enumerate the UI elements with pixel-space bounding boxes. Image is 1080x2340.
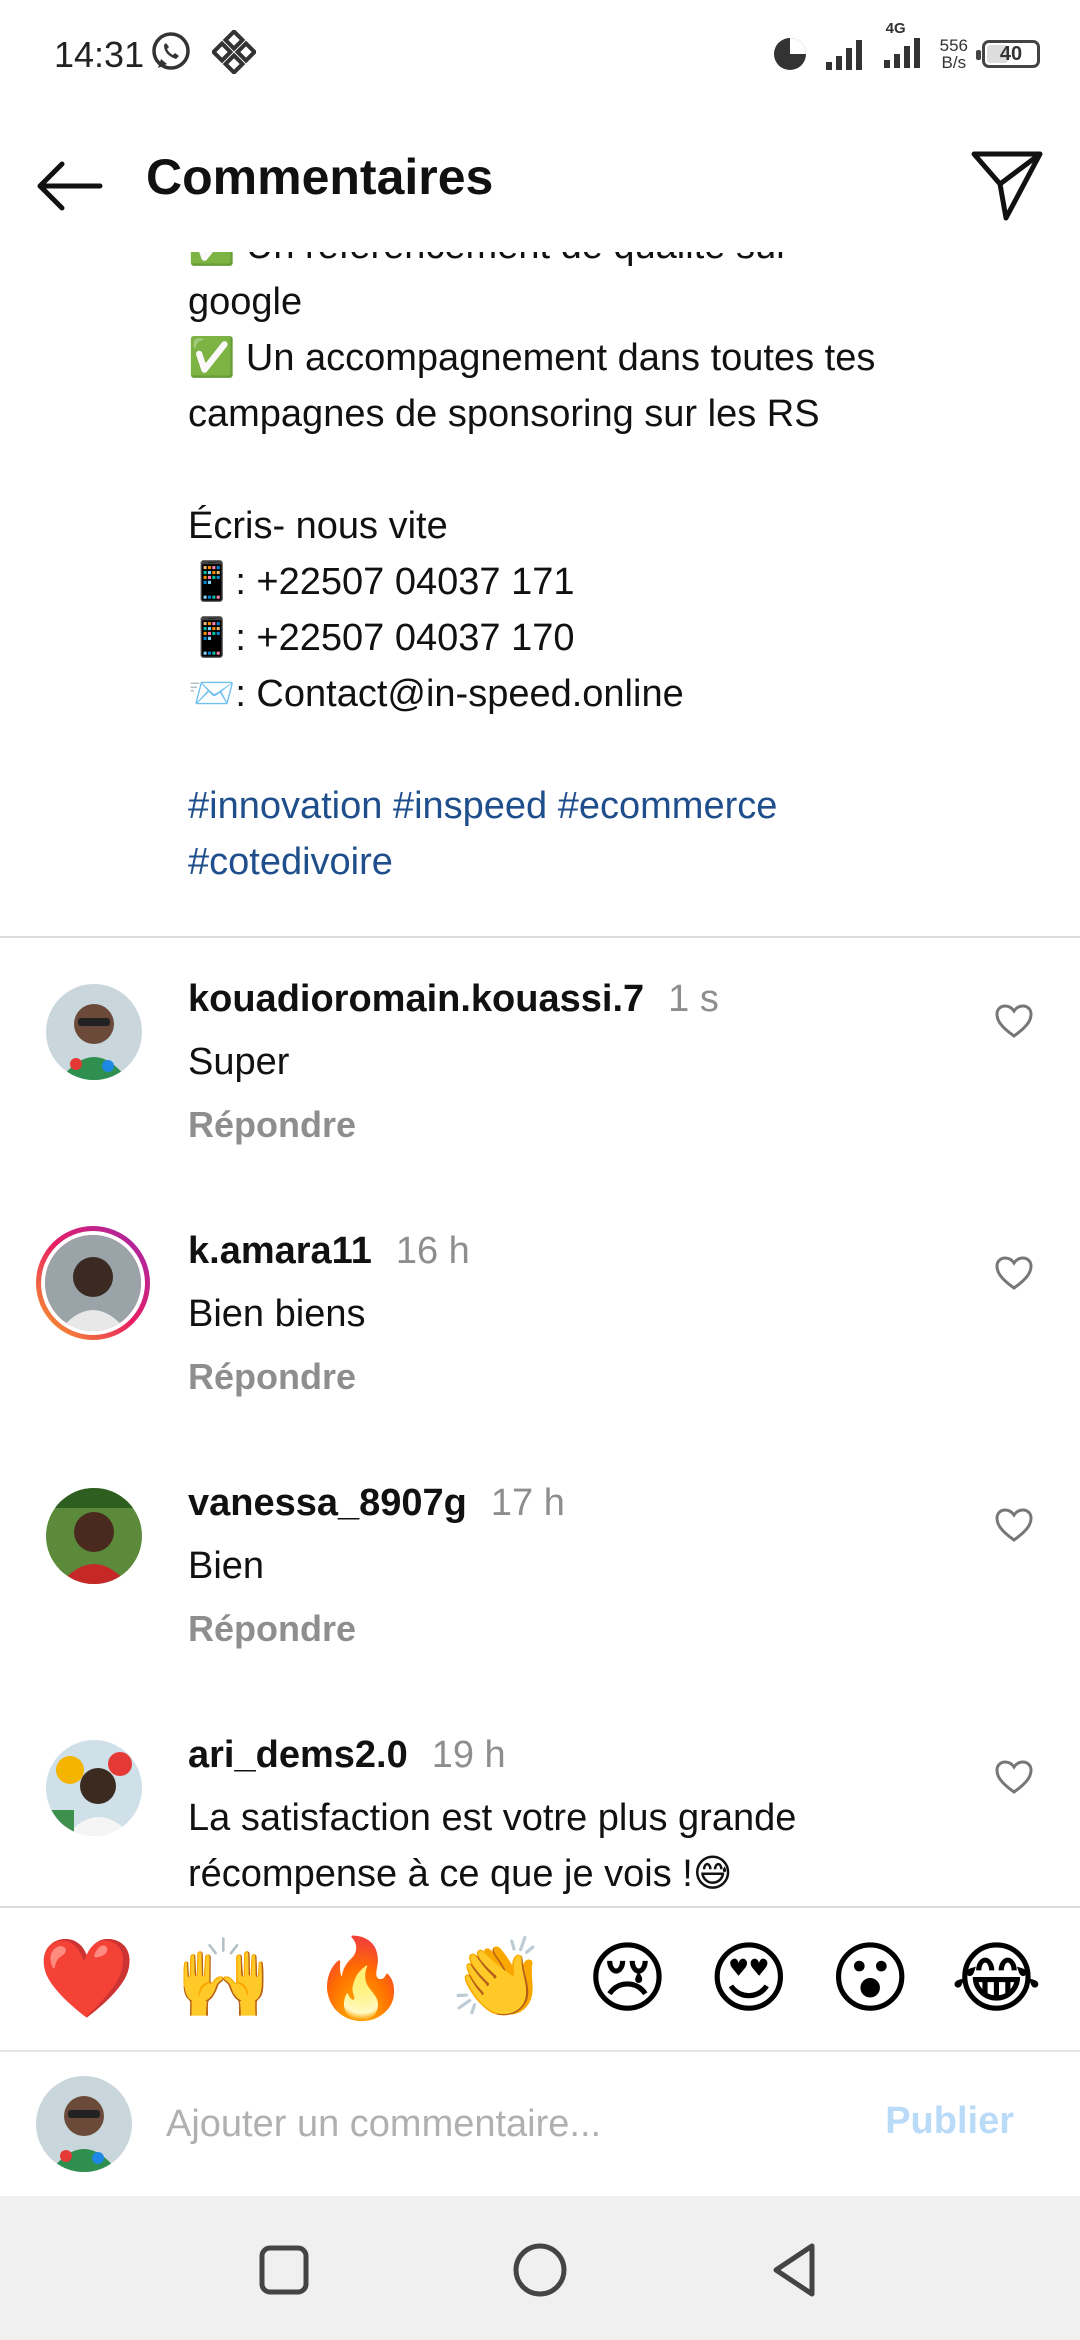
battery-icon: 40 (976, 40, 1040, 68)
caption-line: Écris- nous vite (188, 505, 448, 547)
binance-icon (212, 30, 256, 74)
emoji-raised-hands-button[interactable]: 🙌 (175, 1934, 272, 2024)
comment-item: k.amara11 16 h Bien biens Répondre (0, 1226, 1080, 1480)
comment-time: 17 h (490, 1482, 565, 1524)
net-speed-value: 556 (939, 36, 968, 55)
status-time: 14:31 (54, 34, 145, 75)
like-heart-icon[interactable] (994, 1506, 1034, 1546)
caption-line: ✅ Un accompagnement dans toutes tes (188, 337, 876, 379)
net-speed-unit: B/s (941, 53, 967, 72)
comment-username[interactable]: vanessa_8907g (188, 1482, 467, 1524)
comment-header: vanessa_8907g 17 h (188, 1482, 565, 1525)
caption-line (188, 442, 1048, 498)
comment-username[interactable]: ari_dems2.0 (188, 1734, 408, 1776)
comment-time: 16 h (395, 1230, 470, 1272)
data-saver-icon (773, 38, 806, 70)
avatar[interactable] (46, 984, 142, 1080)
header: Commentaires (0, 108, 1080, 252)
home-circle-icon[interactable] (510, 2240, 570, 2300)
comment-text: Bien biens (188, 1293, 366, 1335)
signal-4g: 4G (882, 20, 926, 75)
avatar[interactable] (36, 1226, 150, 1340)
comment-header: k.amara11 16 h (188, 1230, 470, 1273)
comment-input-bar: Publier (0, 2050, 1080, 2196)
caption-line: google (188, 281, 303, 323)
like-heart-icon[interactable] (994, 1758, 1034, 1798)
avatar[interactable] (46, 1488, 142, 1584)
comment-item: vanessa_8907g 17 h Bien Répondre (0, 1482, 1080, 1732)
status-bar: 14:31 4G 556 B/s 40 (0, 0, 1080, 108)
comment-text: Super (188, 1041, 290, 1083)
battery-level: 40 (999, 42, 1023, 65)
reply-button[interactable]: Répondre (188, 1608, 356, 1650)
current-user-avatar (36, 2076, 132, 2172)
emoji-fire-button[interactable]: 🔥 (312, 1934, 409, 2024)
post-caption: ✅ Un référencement de qualité sur google… (188, 218, 1048, 890)
recents-square-icon[interactable] (254, 2240, 314, 2300)
comment-time: 19 h (431, 1734, 506, 1776)
comment-header: ari_dems2.0 19 h (188, 1734, 506, 1777)
signal-4g-icon (883, 37, 920, 68)
net-speed: 556 B/s (940, 37, 968, 71)
back-arrow-icon[interactable] (30, 144, 110, 224)
emoji-clap-button[interactable]: 👏 (450, 1934, 547, 2024)
caption-line: 📨: Contact@in-speed.online (188, 673, 684, 715)
emoji-sad-button[interactable]: 😢 (587, 1934, 668, 2024)
caption-line: 📱: +22507 04037 170 (188, 617, 575, 659)
status-right: 4G 556 B/s 40 (770, 20, 1040, 82)
reply-button[interactable]: Répondre (188, 1356, 356, 1398)
like-heart-icon[interactable] (994, 1002, 1034, 1042)
caption-line: campagnes de sponsoring sur les RS (188, 393, 820, 435)
reply-button[interactable]: Répondre (188, 1104, 356, 1146)
network-type-label: 4G (885, 19, 906, 37)
caption-line: 📱: +22507 04037 171 (188, 561, 575, 603)
emoji-quick-bar: ❤️ 🙌 🔥 👏 😢 😍 😮 😂 (0, 1906, 1080, 2050)
emoji-surprised-button[interactable]: 😮 (829, 1934, 910, 2024)
comment-text: Bien (188, 1545, 265, 1587)
page-title: Commentaires (146, 149, 494, 205)
emoji-heart-button[interactable]: ❤️ (38, 1934, 135, 2024)
back-triangle-icon[interactable] (766, 2240, 826, 2300)
comment-username[interactable]: kouadioromain.kouassi.7 (188, 978, 644, 1020)
comment-input[interactable] (164, 2092, 844, 2156)
comment-username[interactable]: k.amara11 (188, 1230, 372, 1272)
emoji-heart-eyes-button[interactable]: 😍 (708, 1934, 789, 2024)
share-send-icon[interactable] (966, 142, 1048, 224)
comment-header: kouadioromain.kouassi.7 1 s (188, 978, 719, 1021)
signal-icon (825, 40, 862, 70)
system-nav-bar (0, 2196, 1080, 2340)
hashtags[interactable]: #cotedivoire (188, 834, 1048, 890)
comment-text: La satisfaction est votre plus grande ré… (188, 1797, 797, 1895)
publish-button[interactable]: Publier (885, 2100, 1014, 2143)
whatsapp-icon (152, 32, 190, 70)
like-heart-icon[interactable] (994, 1254, 1034, 1294)
comment-time: 1 s (668, 978, 719, 1020)
hashtags[interactable]: #innovation #inspeed #ecommerce (188, 778, 1048, 834)
caption-line (188, 722, 1048, 778)
emoji-laughing-button[interactable]: 😂 (951, 1934, 1042, 2024)
comment-item: kouadioromain.kouassi.7 1 s Super Répondr… (0, 978, 1080, 1228)
divider (0, 936, 1080, 938)
avatar[interactable] (46, 1740, 142, 1836)
